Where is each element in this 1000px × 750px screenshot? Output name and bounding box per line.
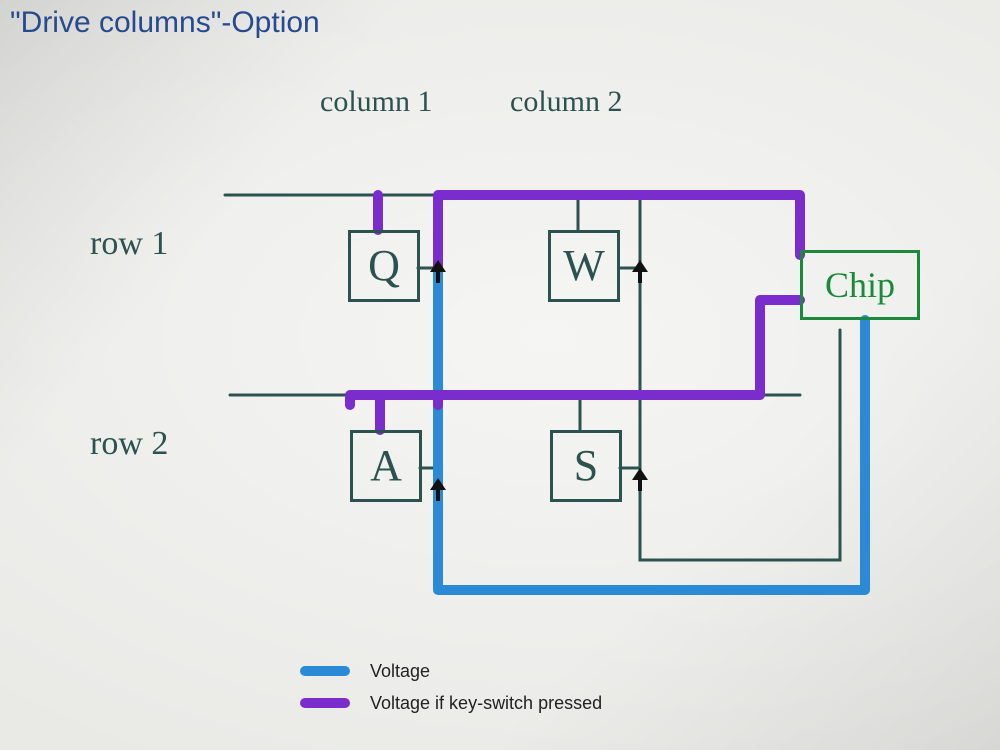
column-2-label: column 2 bbox=[510, 85, 623, 119]
key-q: Q bbox=[348, 230, 420, 302]
diode-icon bbox=[430, 478, 446, 502]
row-2-label: row 2 bbox=[90, 425, 168, 463]
column-1-label: column 1 bbox=[320, 85, 433, 119]
page-title: "Drive columns"-Option bbox=[10, 6, 320, 40]
key-w: W bbox=[548, 230, 620, 302]
row-1-label: row 1 bbox=[90, 225, 168, 263]
legend-voltage: Voltage bbox=[300, 655, 602, 687]
diode-icon bbox=[430, 260, 446, 284]
legend-swatch-voltage bbox=[300, 666, 350, 676]
diode-icon bbox=[632, 468, 648, 492]
key-s: S bbox=[550, 430, 622, 502]
legend-voltage-pressed-label: Voltage if key-switch pressed bbox=[370, 693, 602, 714]
chip-box: Chip bbox=[800, 250, 920, 320]
key-a: A bbox=[350, 430, 422, 502]
diode-icon bbox=[632, 260, 648, 284]
legend-voltage-pressed: Voltage if key-switch pressed bbox=[300, 687, 602, 719]
legend-voltage-label: Voltage bbox=[370, 661, 430, 682]
legend: Voltage Voltage if key-switch pressed bbox=[300, 655, 602, 719]
wiring-diagram bbox=[0, 0, 1000, 750]
legend-swatch-voltage-pressed bbox=[300, 698, 350, 708]
